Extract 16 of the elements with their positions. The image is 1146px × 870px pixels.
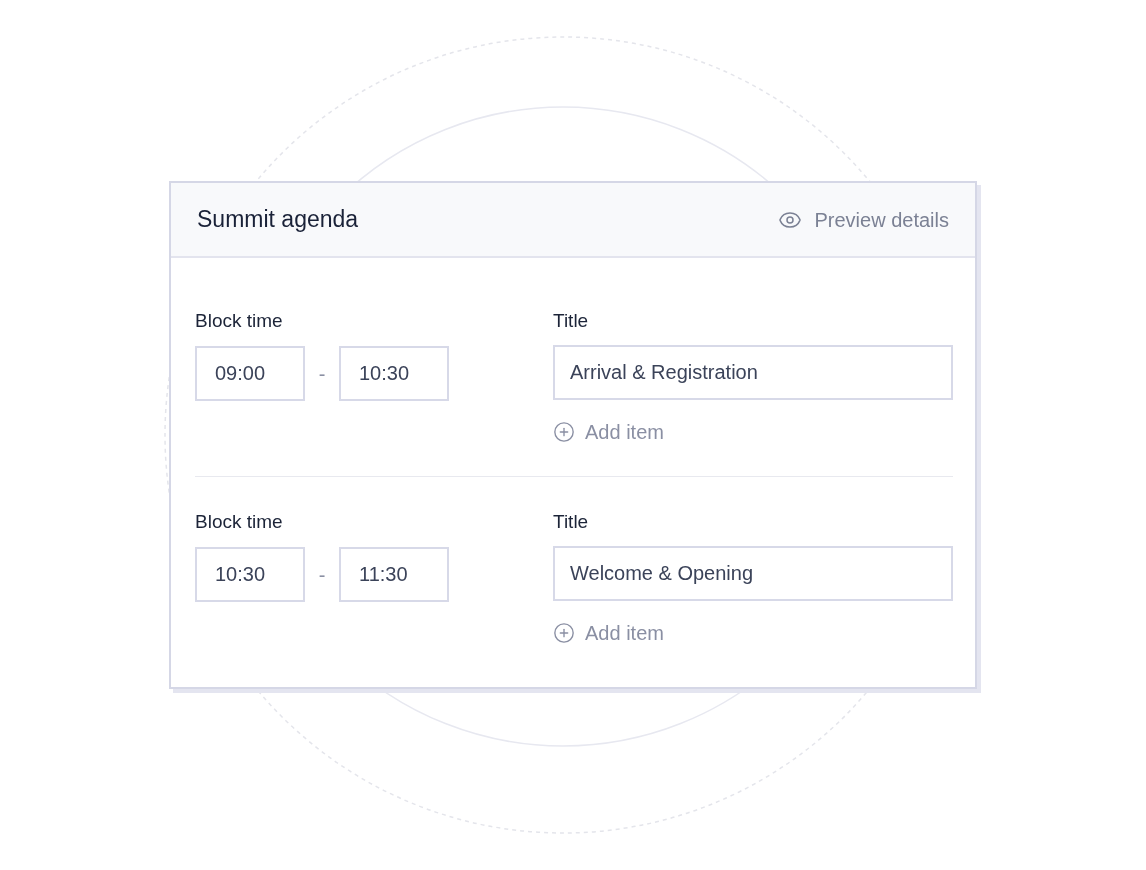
- time-field[interactable]: 10:30: [339, 346, 449, 401]
- field-label: Block time: [195, 510, 283, 534]
- title-field[interactable]: Welcome & Opening: [553, 546, 953, 601]
- preview-details-link[interactable]: Preview details: [778, 204, 949, 235]
- time-field[interactable]: 09:00: [195, 346, 305, 401]
- time-separator: -: [317, 562, 327, 588]
- card-title: Summit agenda: [197, 205, 359, 235]
- plus-circle-icon: [553, 622, 575, 644]
- field-label: Title: [553, 309, 589, 333]
- time-field[interactable]: 10:30: [195, 547, 305, 602]
- time-field[interactable]: 11:30: [339, 547, 449, 602]
- time-separator: -: [317, 361, 327, 387]
- field-label: Title: [553, 510, 589, 534]
- field-label: Block time: [195, 309, 283, 333]
- title-field[interactable]: Arrival & Registration: [553, 345, 953, 400]
- plus-circle-icon: [553, 421, 575, 443]
